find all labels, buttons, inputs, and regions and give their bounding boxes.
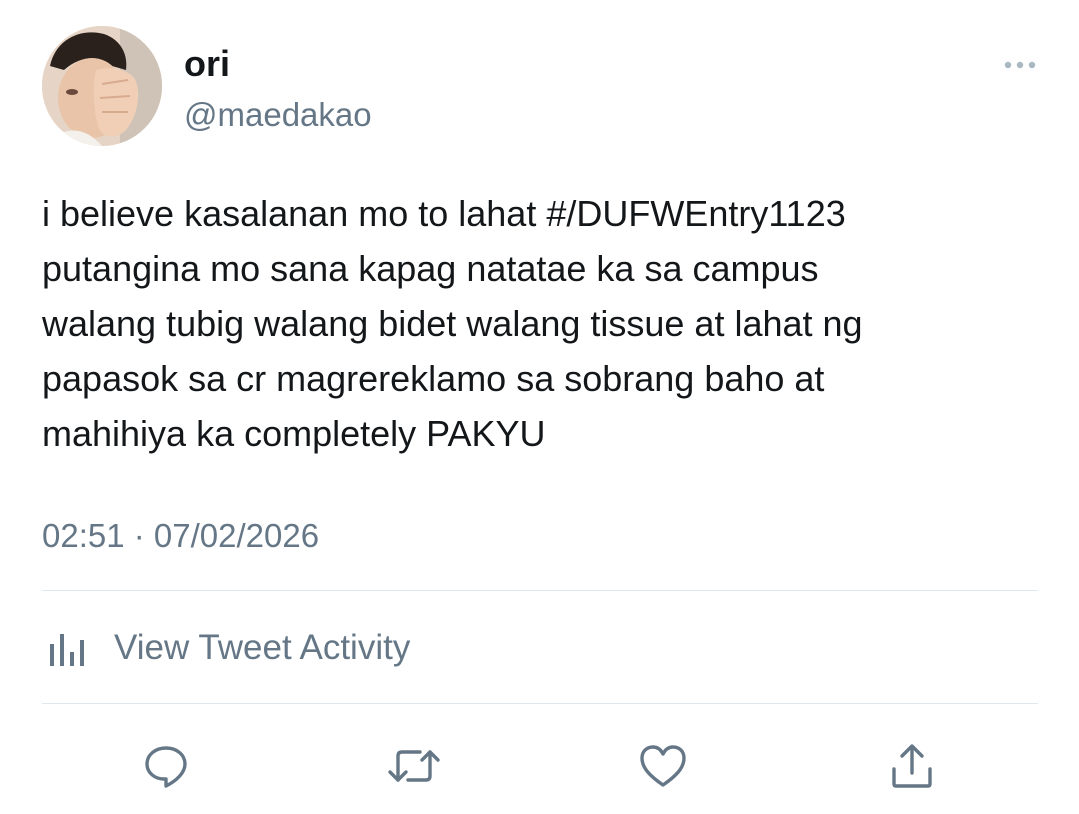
divider (42, 703, 1038, 704)
share-button[interactable] (884, 738, 940, 794)
share-icon (892, 744, 932, 788)
user-handle[interactable]: @maedakao (184, 93, 372, 137)
avatar-image (42, 26, 162, 146)
retweet-icon (388, 750, 440, 782)
view-tweet-activity-button[interactable]: View Tweet Activity (42, 618, 410, 678)
tweet-text-line: mahihiya ka completely PAKYU (42, 413, 546, 454)
tweet-text-line: putangina mo sana kapag natatae ka sa ca… (42, 248, 819, 289)
tweet-text-line: walang tubig walang bidet walang tissue … (42, 303, 863, 344)
tweet-text-line: papasok sa cr magrereklamo sa sobrang ba… (42, 358, 825, 399)
tweet-text-line: i believe kasalanan mo to lahat #/DUFWEn… (42, 193, 846, 234)
tweet-timestamp[interactable]: 02:51 · 07/02/2026 (42, 513, 319, 559)
avatar[interactable] (42, 26, 162, 146)
like-button[interactable] (635, 738, 691, 794)
reply-button[interactable] (138, 738, 194, 794)
reply-icon (145, 746, 187, 788)
heart-icon (640, 745, 686, 787)
view-tweet-activity-label: View Tweet Activity (114, 628, 411, 667)
more-options-icon[interactable] (1000, 52, 1040, 78)
tweet-text: i believe kasalanan mo to lahat #/DUFWEn… (42, 186, 1042, 461)
retweet-button[interactable] (386, 738, 442, 794)
bar-chart-icon (42, 628, 96, 668)
display-name[interactable]: ori (184, 40, 230, 88)
divider (42, 590, 1038, 591)
